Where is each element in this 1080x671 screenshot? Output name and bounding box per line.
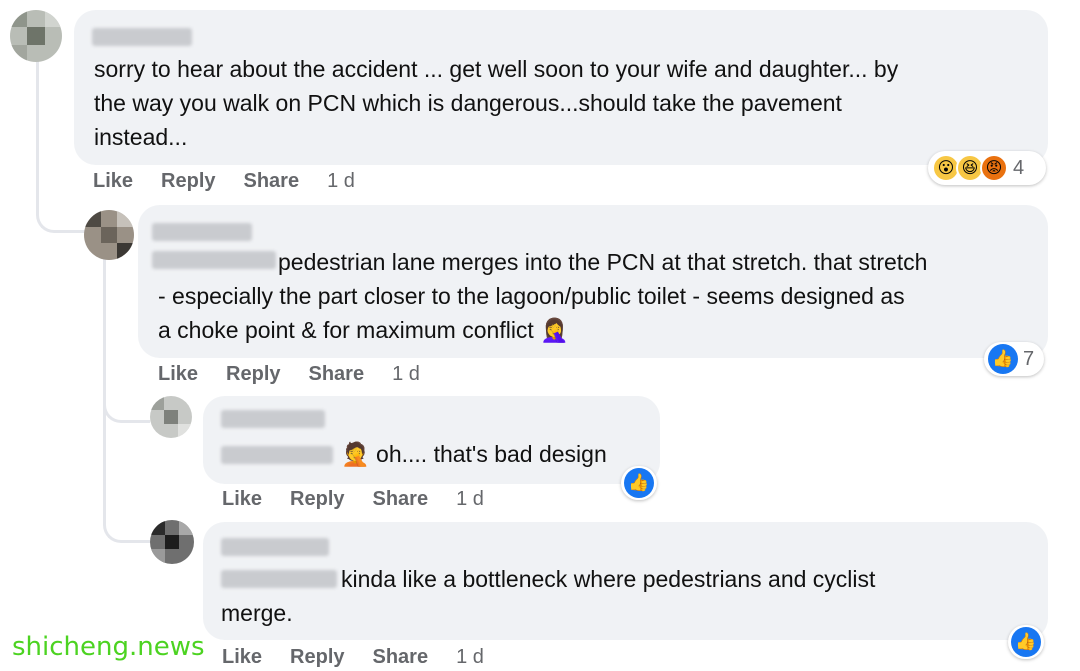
facepalm-emoji: 🤦‍♀️ [540, 317, 569, 343]
comment-text: - especially the part closer to the lago… [158, 283, 905, 309]
like-icon: 👍 [988, 344, 1018, 374]
reply-button[interactable]: Reply [290, 488, 344, 510]
share-button[interactable]: Share [373, 646, 429, 668]
comment-text: the way you walk on PCN which is dangero… [94, 90, 842, 116]
comment-actions: Like Reply Share 1 d [93, 170, 383, 193]
comment-bubble: sorry to hear about the accident ... get… [74, 10, 1048, 165]
author-name[interactable] [221, 538, 329, 556]
comment-actions: Like Reply Share 1 d [222, 646, 512, 669]
watermark: shicheng.news [12, 632, 205, 662]
comment-bubble: kinda like a bottleneck where pedestrian… [203, 522, 1048, 640]
avatar[interactable] [10, 10, 62, 62]
reaction-summary[interactable]: 😮 😆 😡 4 [928, 151, 1046, 185]
comment-text: merge. [221, 600, 293, 626]
comment-text: pedestrian lane merges into the PCN at t… [278, 249, 928, 275]
reaction-summary[interactable]: 👍 [1008, 625, 1044, 659]
reaction-summary[interactable]: 👍 [621, 466, 657, 500]
comment-actions: Like Reply Share 1 d [158, 363, 448, 386]
share-button[interactable]: Share [373, 488, 429, 510]
author-name [221, 446, 333, 464]
like-icon: 👍 [624, 468, 654, 498]
comment-text: sorry to hear about the accident ... get… [94, 56, 899, 82]
timestamp[interactable]: 1 d [456, 646, 484, 668]
reply-button[interactable]: Reply [290, 646, 344, 668]
timestamp[interactable]: 1 d [456, 488, 484, 510]
angry-emoji-icon: 😡 [980, 154, 1008, 182]
share-button[interactable]: Share [244, 170, 300, 192]
comment-text: instead... [94, 124, 188, 150]
like-button[interactable]: Like [222, 646, 262, 668]
reaction-count: 4 [1013, 156, 1025, 179]
author-name[interactable] [92, 28, 192, 46]
avatar[interactable] [150, 396, 192, 438]
comment-text: a choke point & for maximum conflict 🤦‍♀… [158, 317, 569, 343]
author-name[interactable] [152, 223, 252, 241]
author-name [152, 251, 276, 269]
author-name[interactable] [221, 410, 325, 428]
like-button[interactable]: Like [158, 363, 198, 385]
share-button[interactable]: Share [309, 363, 365, 385]
timestamp[interactable]: 1 d [392, 363, 420, 385]
comment-text: 🤦 oh.... that's bad design [341, 441, 607, 467]
like-button[interactable]: Like [222, 488, 262, 510]
facepalm-emoji: 🤦 [341, 441, 370, 467]
reply-button[interactable]: Reply [226, 363, 280, 385]
comment-bubble: pedestrian lane merges into the PCN at t… [138, 205, 1048, 358]
like-button[interactable]: Like [93, 170, 133, 192]
like-icon: 👍 [1011, 627, 1041, 657]
avatar[interactable] [150, 520, 194, 564]
author-name [221, 570, 337, 588]
reply-button[interactable]: Reply [161, 170, 215, 192]
comment-actions: Like Reply Share 1 d [222, 488, 512, 511]
comment-bubble: 🤦 oh.... that's bad design [203, 396, 660, 484]
comment-text: kinda like a bottleneck where pedestrian… [341, 566, 876, 592]
thread-connector [103, 390, 150, 423]
reaction-count: 7 [1023, 347, 1035, 370]
timestamp[interactable]: 1 d [327, 170, 355, 192]
avatar[interactable] [84, 210, 134, 260]
reaction-summary[interactable]: 👍 7 [984, 342, 1044, 376]
